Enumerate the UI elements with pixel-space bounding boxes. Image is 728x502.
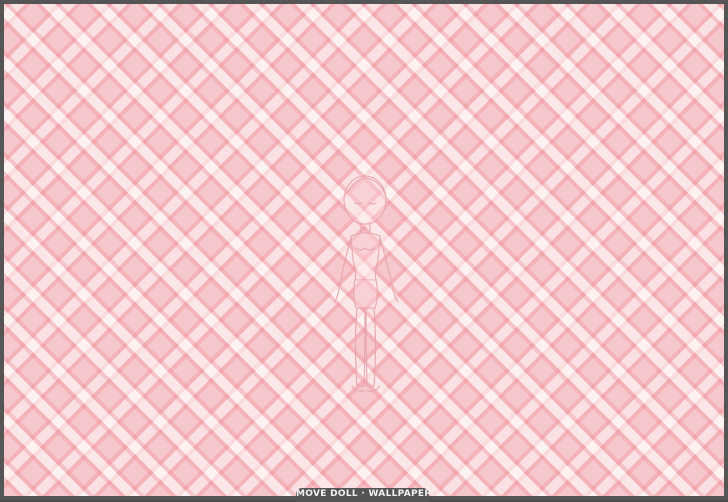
doll-right-arm: [379, 237, 399, 303]
doll-left-arm: [334, 237, 352, 303]
game-stage: [0, 0, 728, 500]
doll-left-leg: [354, 307, 366, 387]
doll-right-leg: [365, 307, 377, 387]
doll-head: [343, 175, 387, 225]
doll-torso: [350, 232, 381, 281]
doll-figure-icon: [334, 175, 399, 392]
doll-base-figure[interactable]: [324, 172, 408, 396]
